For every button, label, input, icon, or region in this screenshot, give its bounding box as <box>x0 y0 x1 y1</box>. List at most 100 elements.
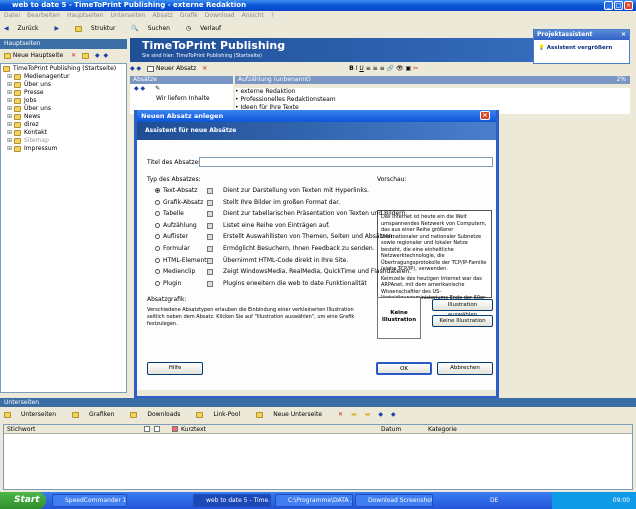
menu-item-6[interactable]: Download <box>205 12 235 19</box>
tree-item[interactable]: ⊞ Sitemap <box>1 137 126 145</box>
delete-icon[interactable]: ✕ <box>338 411 343 418</box>
tree-item[interactable]: ⊞ Medienagentur <box>1 73 126 81</box>
tree-item[interactable]: ⊞ News <box>1 113 126 121</box>
tree-item[interactable]: TimeToPrint Publishing (Startseite) <box>1 65 126 73</box>
section-type-option[interactable]: Formular <box>155 244 190 254</box>
delete-section-icon[interactable]: ✕ <box>202 65 207 72</box>
section-type-option[interactable]: HTML-Element <box>155 256 207 266</box>
section-type-option[interactable]: Text-Absatz <box>155 186 197 196</box>
verlauf-button[interactable]: ◷ Verlauf <box>186 25 228 32</box>
link-icon[interactable]: 🔗 <box>387 65 394 72</box>
section-tool-icon[interactable]: ✎ <box>155 85 160 92</box>
suchen-button[interactable]: 🔍 Suchen <box>131 25 177 32</box>
taskbar-button[interactable]: web to date 5 - Time... <box>193 494 271 507</box>
expand-icon[interactable]: ⊞ <box>7 145 12 152</box>
underline-icon[interactable]: U <box>359 65 363 72</box>
bottom-tool-1[interactable]: Grafiken <box>72 411 122 418</box>
column-stichwort[interactable]: Stichwort <box>7 425 35 434</box>
menu-item-3[interactable]: Unterseiten <box>110 12 145 19</box>
menu-item-1[interactable]: Bearbeiten <box>27 12 60 19</box>
move-up-icon[interactable]: ◆ <box>378 411 383 418</box>
section-type-option[interactable]: Tabelle <box>155 209 184 219</box>
taskbar-button[interactable]: SpeedCommander 10 <box>52 494 127 507</box>
back-button[interactable]: ◀ Zurück <box>4 25 46 32</box>
tree-item[interactable]: ⊞ Über uns <box>1 105 126 113</box>
folder-icon[interactable] <box>82 52 90 59</box>
taskbar-button[interactable]: C:\Programme\DATA ... <box>275 494 353 507</box>
column-kurztext[interactable]: Kurztext <box>181 425 206 434</box>
choose-illustration-button[interactable]: Illustration auswählen <box>432 299 493 318</box>
section-type-option[interactable]: Medienclip <box>155 267 195 277</box>
taskbar-button[interactable]: Download Screenshot... <box>355 494 433 507</box>
remove-format-icon[interactable]: ✂ <box>413 65 418 72</box>
expand-icon[interactable]: ⊞ <box>7 97 12 104</box>
expand-icon[interactable]: ⊞ <box>7 73 12 80</box>
view-icon[interactable]: 👁 <box>396 65 404 72</box>
help-button[interactable]: Hilfe <box>147 362 203 375</box>
expand-icon[interactable]: ⊞ <box>7 137 12 144</box>
move-down-icon[interactable]: ◆ <box>104 52 109 59</box>
menu-item-8[interactable]: ? <box>271 12 274 19</box>
tree-item[interactable]: ⊞ Jobs <box>1 97 126 105</box>
section-type-option[interactable]: Auflister <box>155 232 188 242</box>
image-icon[interactable]: ▣ <box>406 65 412 72</box>
bottom-tool-2[interactable]: Downloads <box>130 411 188 418</box>
italic-icon[interactable]: I <box>356 65 358 72</box>
maximize-button[interactable]: □ <box>614 1 623 10</box>
align-center-icon[interactable]: ≡ <box>373 65 378 72</box>
ok-button[interactable]: OK <box>376 362 432 375</box>
struktur-button[interactable]: Struktur <box>74 25 122 32</box>
nav-right-icon[interactable]: ◆ <box>141 85 146 92</box>
minimize-button[interactable]: _ <box>604 1 613 10</box>
section-type-option[interactable]: Plugin <box>155 279 181 289</box>
delete-icon[interactable]: ✕ <box>71 52 76 59</box>
nav-down-icon[interactable]: ◆ <box>137 65 142 72</box>
tree-item[interactable]: ⊞ direz <box>1 121 126 129</box>
expand-icon[interactable]: ⊞ <box>7 129 12 136</box>
tree-item[interactable]: ⊞ Impressum <box>1 145 126 153</box>
no-illustration-button[interactable]: Keine Illustration <box>432 315 493 327</box>
folder-icon[interactable]: ▬ <box>351 411 357 418</box>
forward-button[interactable]: ▶ <box>54 25 66 32</box>
column-check-icon[interactable] <box>144 426 150 432</box>
align-right-icon[interactable]: ≡ <box>380 65 385 72</box>
section-type-option[interactable]: Grafik-Absatz <box>155 198 203 208</box>
align-left-icon[interactable]: ≡ <box>366 65 371 72</box>
expand-icon[interactable]: ⊞ <box>7 105 12 112</box>
nav-left-icon[interactable]: ◆ <box>134 85 139 92</box>
expand-icon[interactable]: ⊞ <box>7 81 12 88</box>
menu-item-0[interactable]: Datei <box>4 12 20 19</box>
dialog-close-button[interactable]: × <box>480 111 490 120</box>
new-main-page-button[interactable]: Neue Hauptseite <box>4 52 63 59</box>
bottom-tool-0[interactable]: Unterseiten <box>4 411 64 418</box>
bottom-tool-3[interactable]: Link-Pool <box>196 411 248 418</box>
section-item[interactable]: Wir liefern Inhalte <box>130 94 233 104</box>
language-indicator[interactable]: DE <box>490 492 498 509</box>
assistant-enlarge-link[interactable]: 💡 Assistent vergrößern <box>534 40 629 56</box>
close-button[interactable]: × <box>624 1 633 10</box>
cancel-button[interactable]: Abbrechen <box>437 362 493 375</box>
tree-item[interactable]: ⊞ Über uns <box>1 81 126 89</box>
move-up-icon[interactable]: ◆ <box>95 52 100 59</box>
folder-icon[interactable]: ▬ <box>365 411 371 418</box>
menu-item-7[interactable]: Ansicht <box>242 12 264 19</box>
menu-item-2[interactable]: Hauptseiten <box>67 12 103 19</box>
tree-item[interactable]: ⊞ Presse <box>1 89 126 97</box>
expand-icon[interactable]: ⊞ <box>7 121 12 128</box>
start-button[interactable]: Start <box>0 492 46 509</box>
new-section-button[interactable]: Neuer Absatz <box>147 65 196 72</box>
section-title-input[interactable] <box>199 157 493 167</box>
column-kategorie[interactable]: Kategorie <box>428 425 457 434</box>
nav-up-icon[interactable]: ◆ <box>130 65 135 72</box>
menu-item-4[interactable]: Absatz <box>153 12 173 19</box>
column-link-icon[interactable] <box>172 426 178 432</box>
column-grafik-icon[interactable] <box>154 426 160 432</box>
bottom-tool-4[interactable]: Neue Unterseite <box>256 411 330 418</box>
section-type-option[interactable]: Aufzählung <box>155 221 197 231</box>
expand-icon[interactable]: ⊞ <box>7 113 12 120</box>
column-datum[interactable]: Datum <box>381 425 401 434</box>
bold-icon[interactable]: B <box>349 65 354 72</box>
move-down-icon[interactable]: ◆ <box>391 411 396 418</box>
menu-item-5[interactable]: Grafik <box>180 12 198 19</box>
expand-icon[interactable]: ⊞ <box>7 89 12 96</box>
